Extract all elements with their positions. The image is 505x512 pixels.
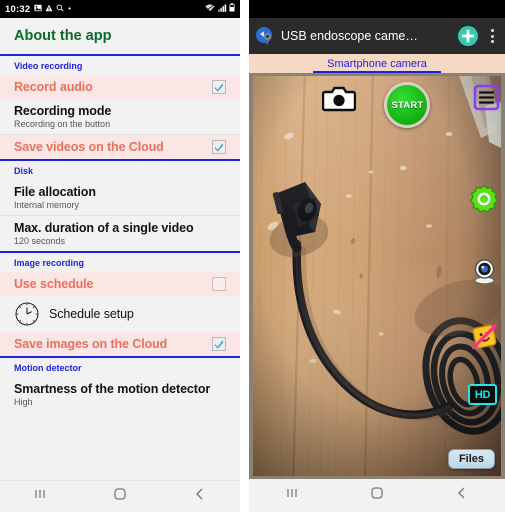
save-images-cloud-checkbox[interactable] <box>212 337 226 351</box>
back-icon[interactable] <box>192 486 208 507</box>
setting-subtitle: Recording on the button <box>14 119 111 129</box>
tab-smartphone-camera[interactable]: Smartphone camera <box>327 58 427 70</box>
recents-icon[interactable] <box>284 485 300 506</box>
status-bar <box>249 0 505 18</box>
dot-icon <box>67 4 72 14</box>
setting-subtitle: High <box>14 397 33 407</box>
record-audio-checkbox[interactable] <box>212 80 226 94</box>
use-schedule-checkbox[interactable] <box>212 277 226 291</box>
right-phone-camera-screen: USB endoscope came… Smartphone camera ST… <box>249 0 505 512</box>
setting-title: File allocation <box>14 185 96 199</box>
section-header-motion-detector: Motion detector <box>0 358 240 377</box>
section-header-video-recording: Video recording <box>0 56 240 75</box>
home-icon[interactable] <box>112 486 128 507</box>
dual-phone-screenshot: 10:32 About the app Video recording Reco… <box>0 0 505 512</box>
section-header-image-recording: Image recording <box>0 253 240 272</box>
setting-title: Smartness of the motion detector <box>14 382 211 396</box>
face-detection-off-icon[interactable] <box>470 322 499 351</box>
setting-row-use-schedule[interactable]: Use schedule <box>0 272 240 296</box>
image-icon <box>34 4 42 15</box>
page-title: About the app <box>14 28 112 44</box>
system-navigation-bar[interactable] <box>0 480 240 512</box>
panel-gap <box>240 0 249 512</box>
wifi-icon <box>205 4 215 15</box>
status-bar-clock: 10:32 <box>5 3 31 15</box>
setting-subtitle: Internal memory <box>14 200 80 210</box>
setting-row-motion-smartness[interactable]: Smartness of the motion detector High <box>0 377 240 412</box>
camera-shutter-icon[interactable] <box>322 84 357 112</box>
endoscope-app-icon <box>255 26 275 46</box>
files-button[interactable]: Files <box>448 449 495 469</box>
hd-badge[interactable]: HD <box>468 384 497 405</box>
setting-title: Record audio <box>14 80 93 94</box>
recents-icon[interactable] <box>32 486 48 507</box>
webcam-icon[interactable] <box>471 258 498 285</box>
setting-title: Schedule setup <box>49 307 134 321</box>
setting-title: Save images on the Cloud <box>14 337 168 351</box>
setting-row-save-videos-cloud[interactable]: Save videos on the Cloud <box>0 135 240 159</box>
start-button-label: START <box>391 99 424 111</box>
status-bar: 10:32 <box>0 0 240 18</box>
wood-surface-photo <box>253 76 501 476</box>
setting-title: Use schedule <box>14 277 94 291</box>
signal-icon <box>217 4 227 15</box>
save-videos-cloud-checkbox[interactable] <box>212 140 226 154</box>
app-bar: USB endoscope came… <box>249 18 505 54</box>
settings-list[interactable]: Video recording Record audio Recording m… <box>0 54 240 480</box>
setting-row-schedule-setup[interactable]: Schedule setup <box>0 296 240 332</box>
hd-label: HD <box>474 388 491 401</box>
tab-bar[interactable]: Smartphone camera <box>249 54 505 73</box>
more-options-icon[interactable] <box>485 29 499 43</box>
system-navigation-bar[interactable] <box>249 479 505 512</box>
setting-subtitle: 120 seconds <box>14 236 66 246</box>
setting-row-recording-mode[interactable]: Recording mode Recording on the button <box>0 99 240 135</box>
files-button-label: Files <box>458 453 485 465</box>
plus-icon[interactable] <box>457 25 479 47</box>
setting-title: Save videos on the Cloud <box>14 140 164 154</box>
list-icon[interactable] <box>473 84 500 111</box>
clock-icon <box>14 301 40 327</box>
app-title-bar: About the app <box>0 18 240 54</box>
camera-viewport[interactable]: START HD Files <box>249 73 505 479</box>
app-bar-title: USB endoscope came… <box>281 29 418 43</box>
setting-row-save-images-cloud[interactable]: Save images on the Cloud <box>0 332 240 356</box>
warning-triangle-icon <box>45 4 53 15</box>
setting-title: Recording mode <box>14 104 112 118</box>
camera-preview-image: START HD Files <box>253 76 501 476</box>
setting-row-file-allocation[interactable]: File allocation Internal memory <box>0 180 240 216</box>
gear-icon[interactable] <box>469 184 499 214</box>
search-icon <box>56 4 64 15</box>
battery-icon <box>229 3 235 15</box>
setting-title: Max. duration of a single video <box>14 221 194 235</box>
setting-row-max-duration[interactable]: Max. duration of a single video 120 seco… <box>0 216 240 251</box>
back-icon[interactable] <box>454 485 470 506</box>
left-phone-settings-screen: 10:32 About the app Video recording Reco… <box>0 0 240 512</box>
setting-row-record-audio[interactable]: Record audio <box>0 75 240 99</box>
section-header-disk: Disk <box>0 161 240 180</box>
home-icon[interactable] <box>369 485 385 506</box>
